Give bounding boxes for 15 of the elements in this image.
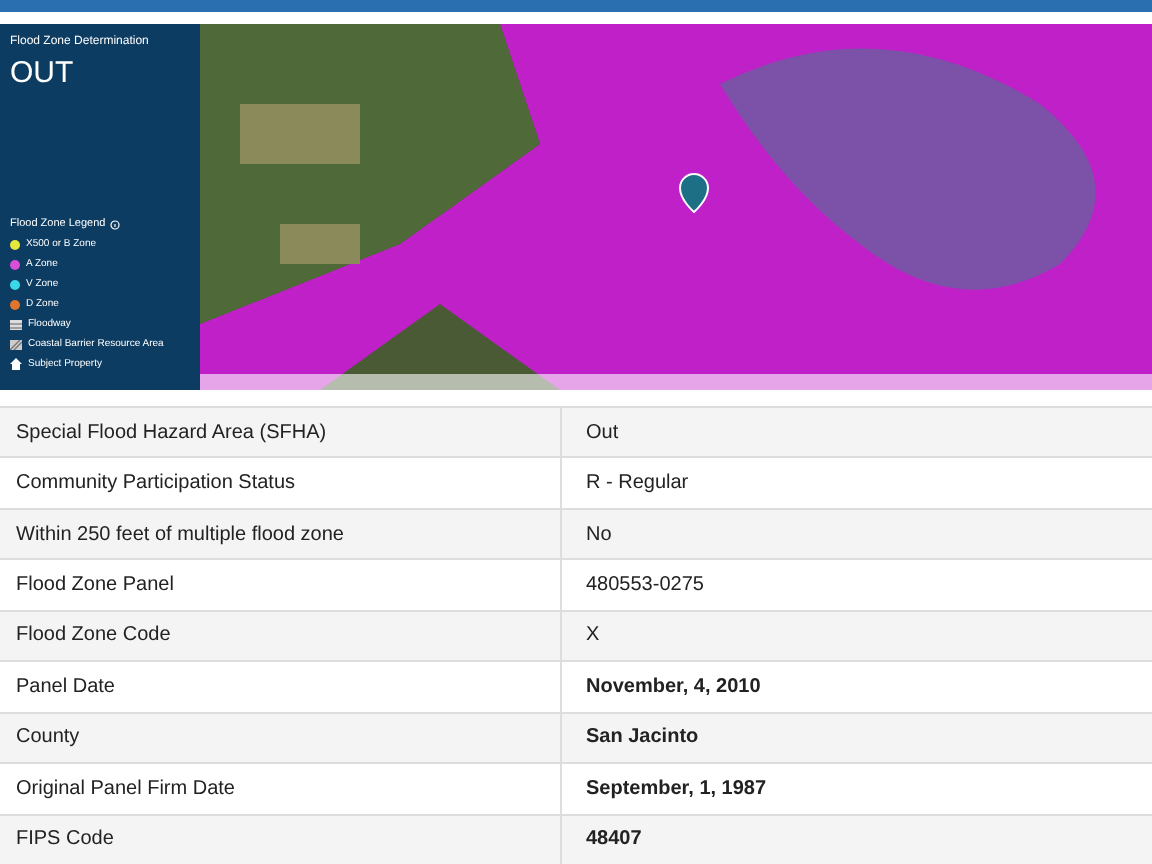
field-label: Flood Zone Panel <box>14 574 176 597</box>
hatched-square-icon <box>10 339 22 349</box>
field-label: County <box>14 726 82 749</box>
determination-value: OUT <box>10 56 76 90</box>
field-label: Special Flood Hazard Area (SFHA) <box>14 421 329 444</box>
info-icon[interactable] <box>109 219 120 229</box>
striped-square-icon <box>10 319 22 329</box>
field-label: Community Participation Status <box>14 472 298 495</box>
field-label: FIPS Code <box>14 828 116 851</box>
field-value: 48407 <box>560 815 642 864</box>
field-label: Flood Zone Code <box>14 624 173 647</box>
house-icon <box>10 358 22 370</box>
field-label: Within 250 feet of multiple flood zone <box>14 523 346 546</box>
field-label: Original Panel Firm Date <box>14 777 237 800</box>
field-label: Panel Date <box>14 675 117 698</box>
